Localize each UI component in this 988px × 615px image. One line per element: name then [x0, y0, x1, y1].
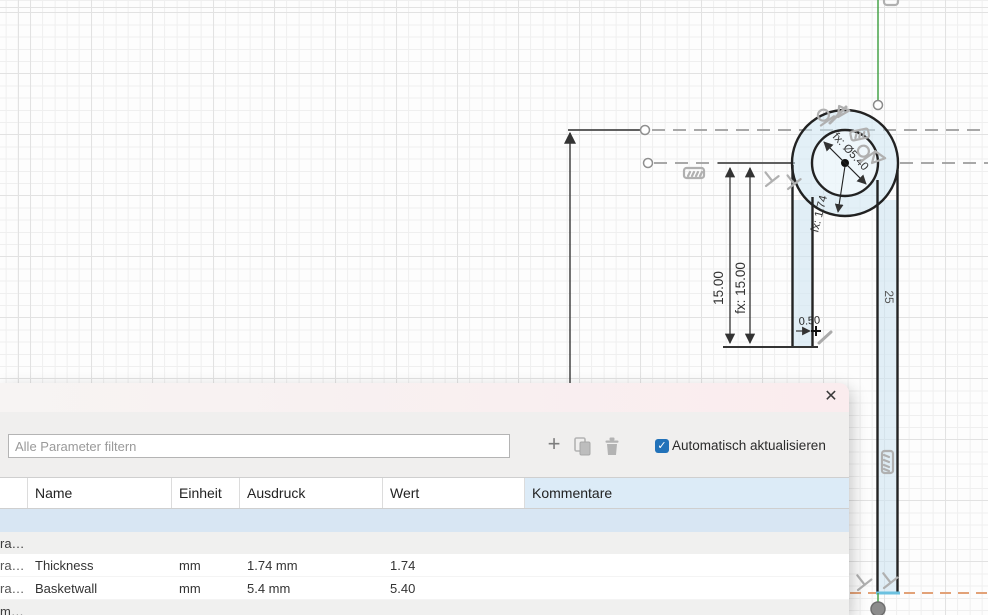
sketch-point-lower[interactable] — [644, 159, 653, 168]
parameters-dialog: ✕ + ✓ Automatisch aktualisieren Name Ein… — [0, 383, 849, 615]
clipped-constraint-icon — [884, 0, 898, 5]
dimension-text-depth[interactable]: 25 — [882, 290, 896, 304]
table-header-row: Name Einheit Ausdruck Wert Kommentare — [0, 478, 849, 509]
cell-unit[interactable]: mm — [172, 577, 240, 599]
group-row[interactable]: m… — [0, 600, 849, 615]
perpendicular-constraint-icon[interactable] — [851, 570, 872, 590]
delete-parameter-icon[interactable] — [602, 436, 622, 456]
column-header-unit[interactable]: Einheit — [172, 478, 240, 508]
cell-unit[interactable]: mm — [172, 554, 240, 576]
dimension-text-height[interactable]: 15.00 — [711, 271, 726, 305]
column-header-comments[interactable]: Kommentare — [525, 478, 849, 508]
cell-comments[interactable] — [525, 554, 849, 576]
group-label: ra… — [0, 532, 25, 554]
cell-expression[interactable]: 1.74 mm — [240, 554, 383, 576]
selected-row[interactable] — [0, 509, 849, 532]
app-window: 15.00 fx: 15.00 fx: Ø5.40 fx: 1.74 0.50 … — [0, 0, 988, 615]
origin-point[interactable] — [871, 602, 885, 615]
sketch-point-axis[interactable] — [874, 101, 883, 110]
table-row[interactable]: ra… Basketwall mm 5.4 mm 5.40 — [0, 577, 849, 600]
dimension-text-height-fx[interactable]: fx: 15.00 — [733, 262, 748, 314]
cell-group: ra… — [0, 554, 28, 576]
dimension-text-gap[interactable]: 0.50 — [798, 315, 820, 328]
column-header-group[interactable] — [0, 478, 28, 508]
cell-expression[interactable]: 5.4 mm — [240, 577, 383, 599]
auto-update-checkbox[interactable]: ✓ — [655, 439, 669, 453]
profile-fill-wall[interactable] — [878, 200, 898, 592]
group-row[interactable]: ra… — [0, 532, 849, 554]
cell-comments[interactable] — [525, 577, 849, 599]
copy-parameter-icon[interactable] — [573, 436, 593, 456]
auto-update-label: Automatisch aktualisieren — [672, 438, 826, 453]
column-header-name[interactable]: Name — [28, 478, 172, 508]
add-parameter-button[interactable]: + — [544, 432, 564, 456]
horizontal-constraint-icon[interactable] — [684, 168, 704, 178]
sketch-point-upper[interactable] — [641, 126, 650, 135]
auto-update-toggle[interactable]: ✓ Automatisch aktualisieren — [655, 438, 826, 453]
column-header-value[interactable]: Wert — [383, 478, 525, 508]
table-row[interactable]: ra… Thickness mm 1.74 mm 1.74 — [0, 554, 849, 577]
parameter-filter-input[interactable] — [8, 434, 510, 458]
group-label: m… — [0, 600, 24, 615]
perpendicular-constraint-icon[interactable] — [759, 167, 778, 186]
constraint-marker-icon[interactable] — [819, 332, 831, 343]
cell-group: ra… — [0, 577, 28, 599]
cell-value: 5.40 — [383, 577, 525, 599]
dialog-titlebar[interactable]: ✕ — [0, 383, 849, 412]
cell-name[interactable]: Basketwall — [28, 577, 172, 599]
cell-value: 1.74 — [383, 554, 525, 576]
column-header-expression[interactable]: Ausdruck — [240, 478, 383, 508]
parameters-table: Name Einheit Ausdruck Wert Kommentare ra… — [0, 477, 849, 615]
close-icon[interactable]: ✕ — [820, 386, 842, 408]
cell-name[interactable]: Thickness — [28, 554, 172, 576]
